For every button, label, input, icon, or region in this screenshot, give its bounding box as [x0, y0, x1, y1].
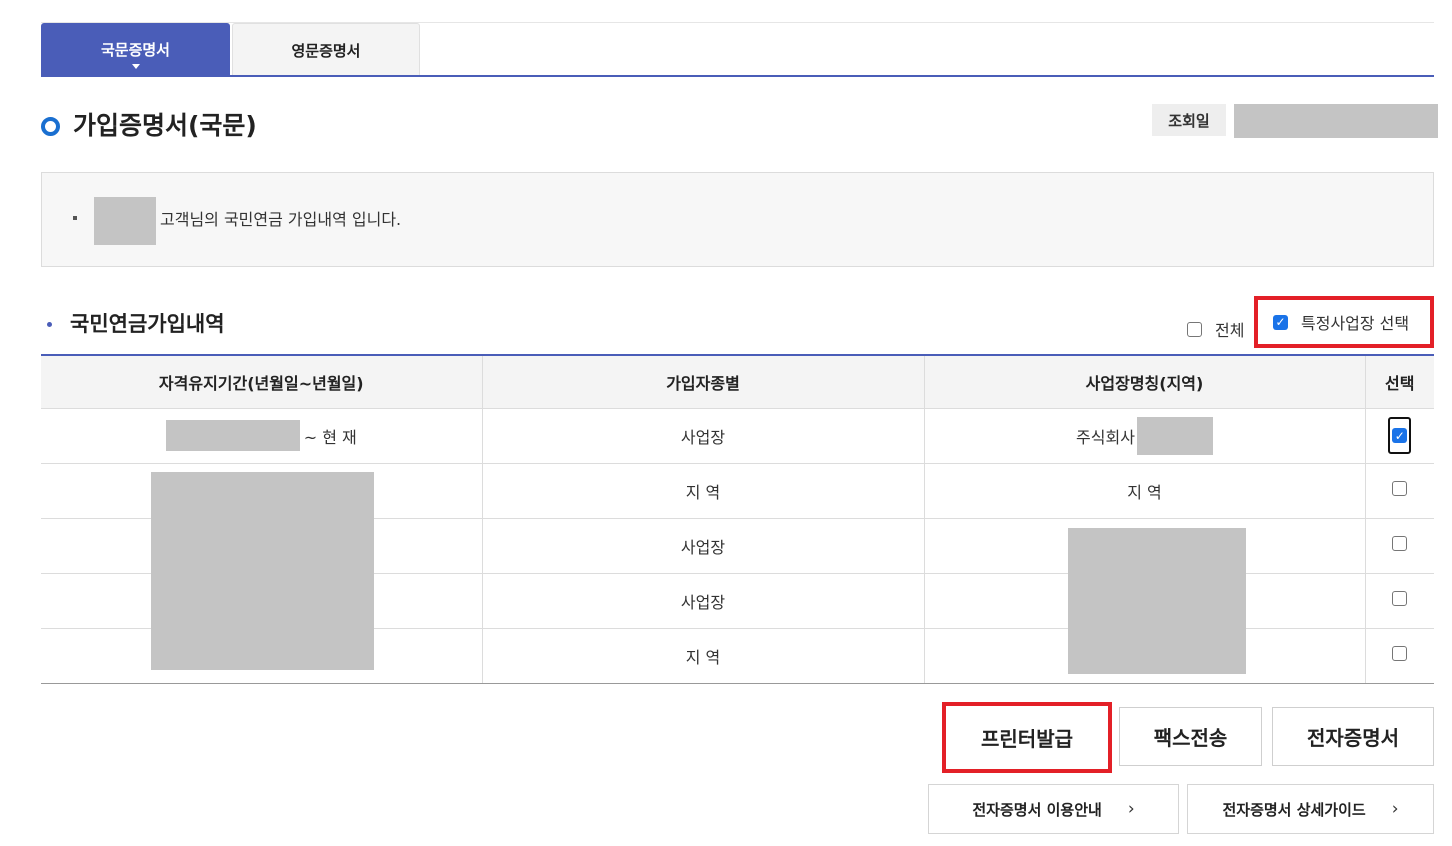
certificate-tabs: 국문증명서 영문증명서 [41, 22, 1434, 78]
chevron-right-icon: › [1391, 799, 1399, 819]
guide-link-label: 전자증명서 이용안내 [972, 800, 1102, 819]
member-type-cell: 사업장 [482, 408, 925, 464]
member-type-cell: 지 역 [482, 463, 925, 519]
header-select: 선택 [1365, 355, 1434, 409]
select-cell [1365, 463, 1434, 519]
inquiry-date-masked [1234, 104, 1438, 138]
section-title: 국민연금가입내역 [70, 312, 225, 336]
title-ring-icon [41, 117, 60, 136]
period-suffix: ~ 현 재 [303, 427, 357, 447]
customer-info-box: 고객님의 국민연금 가입내역 입니다. [41, 172, 1434, 267]
select-cell [1365, 628, 1434, 684]
select-all-checkbox[interactable]: 전체 [1187, 317, 1244, 341]
tab-english-certificate[interactable]: 영문증명서 [232, 23, 420, 76]
row-checkbox[interactable] [1392, 646, 1408, 661]
tab-korean-certificate[interactable]: 국문증명서 [41, 23, 230, 76]
row-checkbox-focused[interactable]: ✓ [1388, 417, 1412, 454]
select-specific-label: 특정사업장 선택 [1301, 314, 1410, 333]
workplace-name-prefix: 주식회사 [1076, 427, 1135, 447]
header-workplace-name: 사업장명칭(지역) [924, 355, 1366, 409]
header-period: 자격유지기간(년월일~년월일) [41, 355, 483, 409]
bullet-icon [73, 216, 77, 220]
select-cell: ✓ [1365, 408, 1434, 464]
e-certificate-detail-guide-link[interactable]: 전자증명서 상세가이드 › [1187, 784, 1434, 834]
table-header-row: 자격유지기간(년월일~년월일) 가입자종별 사업장명칭(지역) 선택 [41, 355, 1434, 409]
workplace-masked-block [1068, 528, 1246, 674]
member-type-cell: 사업장 [482, 573, 925, 629]
workplace-name-cell: 지 역 [924, 463, 1366, 519]
checkbox-unchecked-icon[interactable] [1187, 321, 1202, 337]
table-row: ~ 현 재 사업장 주식회사 ✓ [41, 408, 1434, 464]
page-title: 가입증명서(국문) [73, 111, 257, 140]
customer-name-masked [94, 197, 156, 245]
section-bullet-icon [47, 322, 52, 327]
header-member-type: 가입자종별 [482, 355, 925, 409]
e-certificate-button[interactable]: 전자증명서 [1272, 707, 1434, 766]
row-checkbox[interactable] [1392, 481, 1408, 496]
period-cell: ~ 현 재 [41, 408, 483, 464]
e-certificate-guide-link[interactable]: 전자증명서 이용안내 › [928, 784, 1179, 834]
tab-english-label: 영문증명서 [291, 41, 361, 60]
detail-link-label: 전자증명서 상세가이드 [1222, 800, 1366, 819]
checkbox-checked-icon[interactable]: ✓ [1273, 314, 1288, 330]
select-cell [1365, 573, 1434, 629]
period-masked-block [151, 472, 374, 670]
tab-korean-label: 국문증명서 [100, 41, 170, 59]
customer-info-text: 고객님의 국민연금 가입내역 입니다. [160, 210, 402, 229]
select-specific-workplace-checkbox[interactable]: ✓ 특정사업장 선택 [1254, 296, 1434, 348]
fax-send-button[interactable]: 팩스전송 [1119, 707, 1262, 766]
member-type-cell: 지 역 [482, 628, 925, 684]
period-masked [165, 420, 300, 451]
checkbox-checked-icon[interactable]: ✓ [1392, 428, 1408, 443]
select-cell [1365, 518, 1434, 574]
member-type-cell: 사업장 [482, 518, 925, 574]
print-issue-button[interactable]: 프린터발급 [942, 702, 1112, 773]
tabs-underline [41, 75, 1434, 77]
workplace-name-cell: 주식회사 [924, 408, 1366, 464]
row-checkbox[interactable] [1392, 591, 1408, 606]
workplace-name-masked [1136, 416, 1213, 455]
caret-down-icon [131, 64, 140, 69]
row-checkbox[interactable] [1392, 536, 1408, 551]
chevron-right-icon: › [1127, 799, 1135, 819]
inquiry-date-label: 조회일 [1152, 104, 1226, 136]
select-all-label: 전체 [1215, 321, 1245, 340]
